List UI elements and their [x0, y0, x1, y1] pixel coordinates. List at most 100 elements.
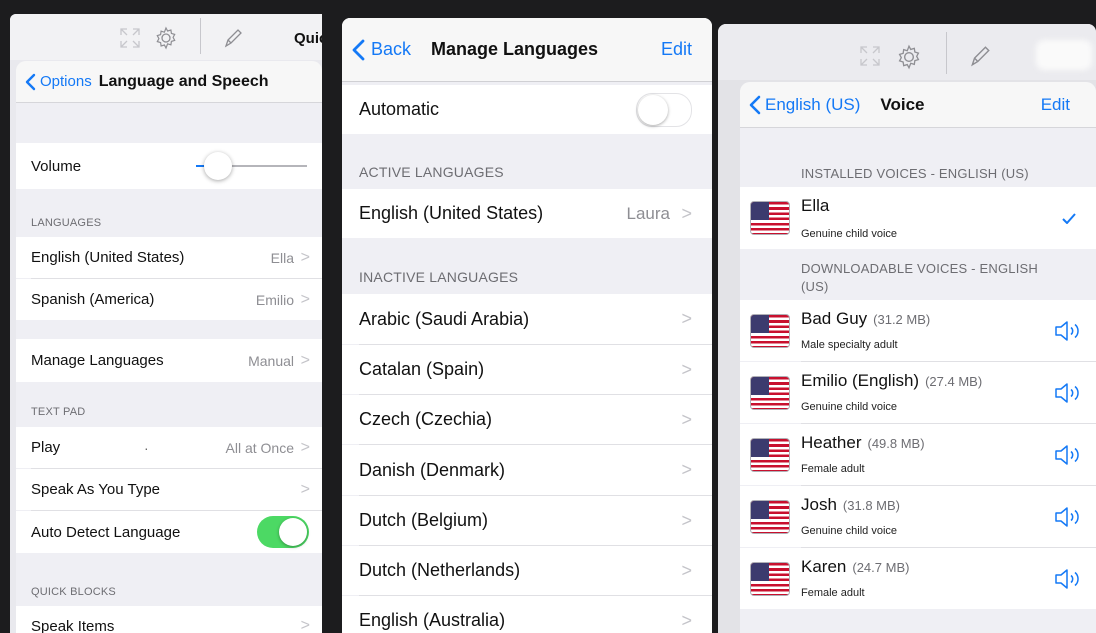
auto-detect-label: Auto Detect Language: [31, 523, 181, 541]
language-name: English (Australia): [359, 610, 506, 630]
speaker-icon[interactable]: [1054, 506, 1082, 528]
inactive-language-row[interactable]: Danish (Denmark) >: [342, 445, 712, 495]
us-flag-icon: [750, 313, 790, 348]
language-name: English (United States): [31, 249, 185, 266]
chevron-right-icon: >: [681, 308, 692, 329]
voice-row[interactable]: Josh (31.8 MB) Genuine child voice: [740, 486, 1096, 547]
play-row[interactable]: Play · All at Once >: [16, 427, 322, 468]
manage-languages-row[interactable]: Manage Languages Manual >: [16, 339, 322, 382]
chevron-right-icon: >: [681, 459, 692, 480]
inactive-language-row[interactable]: English (Australia) >: [342, 596, 712, 633]
language-name: English (United States): [359, 203, 544, 223]
voice-description: Female adult: [801, 463, 865, 475]
expand-icon[interactable]: [858, 44, 882, 68]
speak-items-label: Speak Items: [31, 617, 115, 633]
voice-row[interactable]: Heather (49.8 MB) Female adult: [740, 424, 1096, 485]
inactive-language-row[interactable]: Czech (Czechia) >: [342, 395, 712, 444]
voice-row[interactable]: Karen (24.7 MB) Female adult: [740, 548, 1096, 609]
language-voice: Emilio: [255, 291, 294, 308]
inactive-language-row[interactable]: Arabic (Saudi Arabia) >: [342, 294, 712, 344]
page-title: Voice: [880, 94, 925, 114]
back-button[interactable]: English (US): [749, 95, 860, 115]
speaker-icon[interactable]: [1054, 444, 1082, 466]
back-button[interactable]: Back: [352, 39, 411, 61]
back-label: Back: [371, 39, 412, 59]
voice-name-text: Bad Guy: [801, 309, 868, 328]
voice-size: (27.4 MB): [925, 374, 983, 389]
language-row[interactable]: English (United States) Ella >: [16, 237, 322, 278]
play-label: Play: [31, 439, 61, 456]
voice-name: Bad Guy (31.2 MB): [801, 309, 930, 329]
speaker-icon[interactable]: [1054, 568, 1082, 590]
inactive-language-row[interactable]: Catalan (Spain) >: [342, 345, 712, 394]
us-flag-icon: [750, 499, 790, 534]
play-dot: ·: [144, 439, 149, 456]
quick-blocks-header: QUICK BLOCKS: [31, 586, 116, 598]
manage-languages-value: Manual: [248, 352, 294, 369]
inactive-language-row[interactable]: Dutch (Belgium) >: [342, 496, 712, 545]
back-button[interactable]: Options: [25, 73, 92, 91]
inactive-language-row[interactable]: Dutch (Netherlands) >: [342, 546, 712, 595]
language-voice: Laura: [626, 203, 670, 223]
speak-items-row[interactable]: Speak Items >: [16, 606, 322, 633]
voice-name: Ella: [801, 196, 830, 215]
auto-detect-toggle[interactable]: [257, 516, 309, 548]
gear-icon[interactable]: [896, 44, 922, 70]
language-name: Catalan (Spain): [359, 359, 485, 379]
manage-languages-label: Manage Languages: [31, 352, 164, 369]
language-name: Spanish (America): [31, 291, 155, 308]
pencil-icon[interactable]: [968, 42, 992, 70]
speaker-icon[interactable]: [1054, 320, 1082, 342]
us-flag-icon: [750, 201, 790, 235]
automatic-row: Automatic: [342, 85, 712, 134]
us-flag-icon: [750, 437, 790, 472]
volume-slider-thumb[interactable]: [204, 152, 233, 180]
app-toolbar: [718, 24, 1096, 80]
chevron-right-icon: >: [300, 248, 310, 266]
volume-label: Volume: [31, 157, 82, 175]
chevron-right-icon: >: [300, 290, 310, 308]
voice-name: Karen (24.7 MB): [801, 557, 909, 577]
chevron-right-icon: >: [300, 438, 310, 456]
language-name: Dutch (Belgium): [359, 510, 489, 530]
volume-slider-track[interactable]: [196, 152, 307, 180]
chevron-right-icon: >: [681, 359, 692, 379]
voice-name: Josh (31.8 MB): [801, 495, 900, 515]
voice-name-text: Heather: [801, 433, 862, 452]
automatic-label: Automatic: [359, 99, 440, 119]
blurred-toolbar-title: [1036, 40, 1092, 70]
voice-row[interactable]: Bad Guy (31.2 MB) Male specialty adult: [740, 300, 1096, 361]
active-languages-header: ACTIVE LANGUAGES: [359, 164, 504, 180]
gear-icon[interactable]: [154, 26, 178, 50]
chevron-right-icon: >: [300, 617, 310, 633]
installed-voices-header: INSTALLED VOICES - ENGLISH (US): [801, 166, 1029, 181]
chevron-right-icon: >: [681, 409, 692, 429]
voice-panel: English (US) Voice Edit INSTALLED VOICES…: [718, 24, 1096, 633]
edit-button[interactable]: Edit: [661, 39, 692, 60]
voice-description: Genuine child voice: [801, 228, 898, 240]
voice-row[interactable]: Ella Genuine child voice: [740, 187, 1096, 249]
voice-size: (31.8 MB): [842, 498, 900, 513]
volume-row: Volume: [16, 143, 322, 189]
speaker-icon[interactable]: [1054, 382, 1082, 404]
speak-as-you-type-label: Speak As You Type: [31, 481, 161, 498]
edit-button[interactable]: Edit: [1041, 95, 1070, 115]
checkmark-icon: [1062, 213, 1076, 224]
nav-bar: Back Manage Languages Edit: [342, 18, 712, 82]
text-pad-header: TEXT PAD: [31, 406, 86, 418]
voice-name: Heather (49.8 MB): [801, 433, 925, 453]
app-toolbar: Quic: [10, 14, 322, 60]
play-value: All at Once: [225, 439, 294, 456]
pencil-icon[interactable]: [222, 26, 244, 50]
automatic-toggle[interactable]: [636, 93, 692, 127]
active-language-row[interactable]: English (United States) Laura >: [342, 189, 712, 238]
chevron-right-icon: >: [681, 510, 692, 530]
voice-size: (31.2 MB): [873, 312, 931, 327]
expand-icon[interactable]: [118, 26, 142, 50]
chevron-right-icon: >: [681, 203, 692, 223]
us-flag-icon: [750, 561, 790, 596]
voice-size: (24.7 MB): [852, 560, 910, 575]
voice-row[interactable]: Emilio (English) (27.4 MB) Genuine child v…: [740, 362, 1096, 423]
language-row[interactable]: Spanish (America) Emilio >: [16, 279, 322, 320]
speak-as-you-type-row[interactable]: Speak As You Type >: [16, 469, 322, 510]
